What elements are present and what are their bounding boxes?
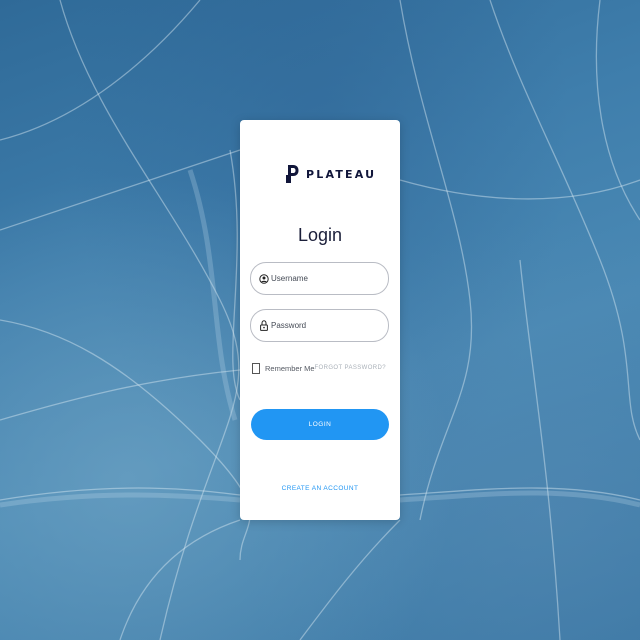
page-title: Login bbox=[297, 225, 343, 245]
remember-checkbox[interactable] bbox=[252, 363, 260, 374]
plateau-logo-icon bbox=[286, 165, 299, 183]
password-input[interactable] bbox=[271, 321, 381, 330]
brand-name: PLATEAU bbox=[306, 167, 377, 181]
login-card: PLATEAU Login Remember Me FORGOT PASSWOR… bbox=[240, 120, 400, 520]
create-account-link[interactable]: CREATE AN ACCOUNT bbox=[240, 485, 400, 492]
password-field[interactable] bbox=[250, 309, 389, 342]
username-field[interactable] bbox=[250, 262, 389, 295]
brand-logo: PLATEAU bbox=[286, 163, 376, 185]
remember-me[interactable]: Remember Me bbox=[252, 363, 315, 374]
username-input[interactable] bbox=[271, 274, 381, 283]
login-button[interactable]: LOGIN bbox=[251, 409, 389, 440]
forgot-password-link[interactable]: FORGOT PASSWORD? bbox=[314, 365, 386, 371]
user-circle-icon bbox=[259, 273, 269, 285]
remember-label: Remember Me bbox=[265, 364, 315, 373]
lock-icon bbox=[259, 320, 269, 332]
